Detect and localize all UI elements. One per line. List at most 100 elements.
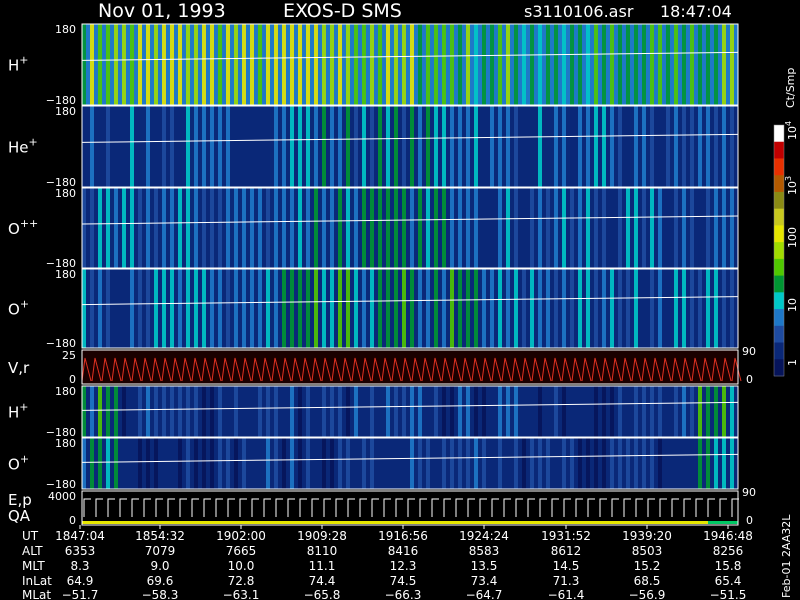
footer-cell: 8583 <box>469 544 500 558</box>
spectro-stripe <box>706 188 710 268</box>
spectro-stripe <box>410 269 414 348</box>
qa-bar-end <box>708 521 738 524</box>
spectro-stripe <box>362 269 366 348</box>
spectro-stripe <box>146 438 150 489</box>
spectro-stripe <box>450 24 454 105</box>
spectro-stripe <box>282 106 286 187</box>
spectro-stripe <box>466 269 470 348</box>
spectro-stripe <box>562 438 566 489</box>
spectro-stripe <box>210 188 214 268</box>
spectro-stripe <box>130 24 134 105</box>
spectro-stripe <box>706 438 710 489</box>
spectro-stripe <box>314 188 318 268</box>
spectro-stripe <box>578 106 582 187</box>
spectro-stripe <box>146 188 150 268</box>
spectro-stripe <box>290 106 294 187</box>
spectro-stripe <box>434 106 438 187</box>
spectro-stripe <box>674 438 678 489</box>
spectro-stripe <box>674 386 678 437</box>
spectro-stripe <box>202 386 206 437</box>
spectro-stripe <box>242 438 246 489</box>
spectro-stripe <box>626 386 630 437</box>
side-label: Feb-01 2AA32L <box>780 514 793 598</box>
colorbar-swatch <box>774 225 784 243</box>
spectro-stripe <box>650 24 654 105</box>
spectro-stripe <box>554 188 558 268</box>
spectro-stripe <box>458 438 462 489</box>
spectro-stripe <box>466 188 470 268</box>
spectro-stripe <box>186 106 190 187</box>
spectro-stripe <box>506 438 510 489</box>
footer-row-label: UT <box>22 529 39 543</box>
spectro-stripe <box>698 438 702 489</box>
spectro-stripe <box>306 269 310 348</box>
spectro-stripe <box>314 438 318 489</box>
y-axis-max: 180 <box>55 385 76 398</box>
spectro-stripe <box>122 438 126 489</box>
spectro-stripe <box>242 24 246 105</box>
spectro-stripe <box>618 386 622 437</box>
spectro-stripe <box>338 106 342 187</box>
colorbar-tick-label: 1 <box>786 359 799 366</box>
spectro-stripe <box>690 188 694 268</box>
spectro-stripe <box>370 386 374 437</box>
spectro-stripe <box>234 188 238 268</box>
spectro-stripe <box>274 386 278 437</box>
colorbar-tick-exponent: 4 <box>784 121 793 126</box>
spectro-stripe <box>690 269 694 348</box>
panel-label: O+ <box>8 298 29 319</box>
spectro-stripe <box>714 106 718 187</box>
spectro-stripe <box>658 24 662 105</box>
spectro-stripe <box>362 386 366 437</box>
footer-cell: 72.8 <box>228 574 255 588</box>
spectro-stripe <box>402 24 406 105</box>
colorbar-swatch <box>774 342 784 360</box>
spectro-stripe <box>346 269 350 348</box>
spectro-stripe <box>618 188 622 268</box>
spectro-stripe <box>170 269 174 348</box>
spectro-stripe <box>410 188 414 268</box>
y-right-max: 90 <box>742 486 756 499</box>
y-axis-max: 180 <box>55 23 76 36</box>
spectro-stripe <box>330 106 334 187</box>
spectro-stripe <box>122 24 126 105</box>
spectro-stripe <box>514 106 518 187</box>
spectro-stripe <box>554 106 558 187</box>
spectro-stripe <box>594 24 598 105</box>
spectro-stripe <box>586 386 590 437</box>
spectro-stripe <box>602 269 606 348</box>
spectro-stripe <box>466 106 470 187</box>
spectro-stripe <box>722 386 726 437</box>
spectro-stripe <box>394 386 398 437</box>
spectro-stripe <box>314 106 318 187</box>
spectro-stripe <box>666 386 670 437</box>
spectro-stripe <box>682 24 686 105</box>
spectro-stripe <box>434 24 438 105</box>
spectro-stripe <box>634 24 638 105</box>
spectro-stripe <box>610 438 614 489</box>
spectro-stripe <box>122 269 126 348</box>
spectro-stripe <box>506 386 510 437</box>
spectro-stripe <box>570 438 574 489</box>
spectro-stripe <box>442 438 446 489</box>
spectro-stripe <box>274 188 278 268</box>
spectro-stripe <box>586 106 590 187</box>
spectro-stripe <box>322 386 326 437</box>
footer-cell: 12.3 <box>390 559 417 573</box>
colorbar-swatch <box>774 275 784 293</box>
spectro-stripe <box>178 386 182 437</box>
spectro-stripe <box>658 269 662 348</box>
spectro-stripe <box>202 438 206 489</box>
spectro-stripe <box>514 24 518 105</box>
spectro-stripe <box>410 438 414 489</box>
spectro-stripe <box>490 386 494 437</box>
spectro-stripe <box>642 106 646 187</box>
spectro-stripe <box>506 24 510 105</box>
spectro-stripe <box>498 106 502 187</box>
footer-cell: 65.4 <box>715 574 742 588</box>
spectro-stripe <box>146 24 150 105</box>
spectro-stripe <box>658 438 662 489</box>
spectro-stripe <box>386 188 390 268</box>
spectro-stripe <box>634 438 638 489</box>
y-right-max: 90 <box>742 345 756 358</box>
